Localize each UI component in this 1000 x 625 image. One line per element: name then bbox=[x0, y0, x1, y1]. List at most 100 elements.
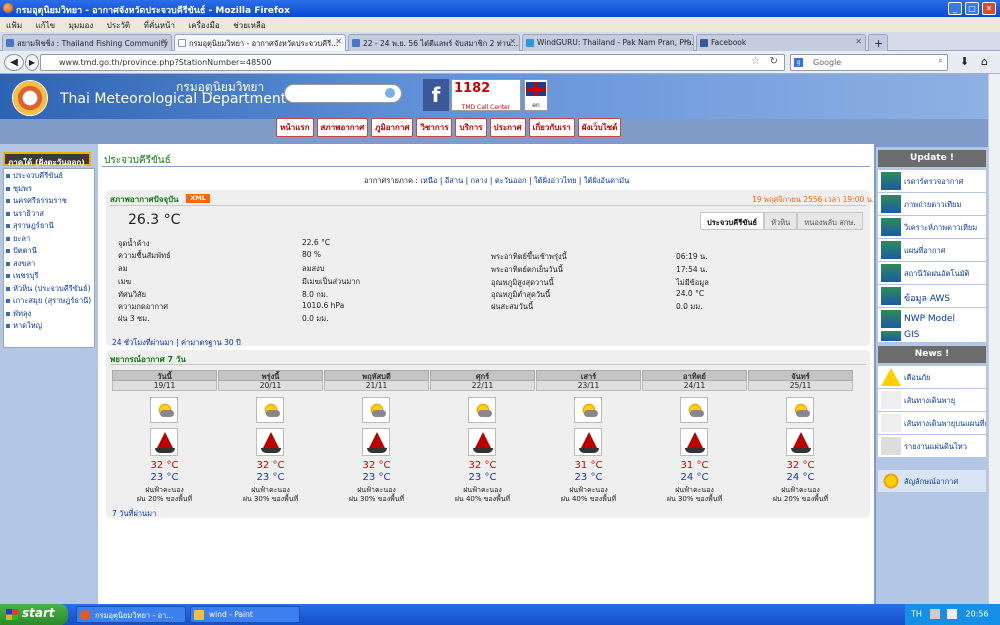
browser-tab[interactable]: WindGURU: Thailand - Pak Nam Pran, Pra..… bbox=[522, 34, 694, 51]
region-link[interactable]: อีสาน bbox=[445, 176, 463, 185]
search-icon[interactable]: ⌕ bbox=[938, 56, 943, 66]
back-button[interactable]: ◀ bbox=[4, 54, 24, 71]
reload-icon[interactable]: ↻ bbox=[770, 56, 778, 67]
gis-link[interactable]: GIS bbox=[878, 330, 986, 342]
browser-tab-active[interactable]: กรมอุตุนิยมวิทยา - อากาศจังหวัดประจวบคีร… bbox=[174, 34, 346, 51]
weather-map-icon bbox=[881, 241, 901, 259]
start-button[interactable]: start bbox=[0, 604, 68, 625]
province-link[interactable]: ชุมพร bbox=[4, 182, 94, 195]
menu-view[interactable]: มุมมอง bbox=[69, 21, 94, 30]
menu-history[interactable]: ประวัติ bbox=[107, 21, 130, 30]
warning-link[interactable]: เตือนภัย bbox=[878, 366, 986, 388]
search-box[interactable]: g Google ⌕ bbox=[790, 54, 948, 71]
nav-services[interactable]: บริการ bbox=[455, 118, 487, 137]
bookmark-star-icon[interactable]: ☆ bbox=[751, 56, 760, 67]
taskbar-item-paint[interactable]: wind - Paint bbox=[190, 606, 300, 623]
province-link[interactable]: พัทลุง bbox=[4, 307, 94, 320]
satellite-analysis-link[interactable]: วิเคราะห์ภาพดาวเทียม bbox=[878, 216, 986, 238]
nav-home[interactable]: หน้าแรก bbox=[276, 118, 314, 137]
menu-file[interactable]: แฟ้ม bbox=[6, 21, 22, 30]
tab-label: Facebook bbox=[711, 38, 747, 47]
menu-bookmarks[interactable]: ที่คั่นหน้า bbox=[144, 21, 175, 30]
aws-link[interactable]: ข้อมูล AWS bbox=[878, 285, 986, 307]
nav-announcements[interactable]: ประกาศ bbox=[489, 118, 526, 137]
storm-track-google-link[interactable]: เส้นทางเดินพายุบนแผนที่กูเกิล bbox=[878, 412, 986, 434]
nav-weather[interactable]: สภาพอากาศ bbox=[316, 118, 369, 137]
province-link[interactable]: สงขลา bbox=[4, 257, 94, 270]
download-icon[interactable]: ⬇ bbox=[956, 54, 973, 71]
region-link[interactable]: กลาง bbox=[471, 176, 488, 185]
browser-tab[interactable]: สยามฟิชชิ่ง : Thailand Fishing Community… bbox=[2, 34, 172, 51]
obs-label: จุดน้ำค้าง bbox=[118, 239, 150, 248]
storm-track-link[interactable]: เส้นทางเดินพายุ bbox=[878, 389, 986, 411]
menu-help[interactable]: ช่วยเหลือ bbox=[233, 21, 265, 30]
rain-station-link[interactable]: สถานีวัดฝนอัตโนมัติ bbox=[878, 262, 986, 284]
forecast-day-name: พฤหัสบดี bbox=[324, 370, 429, 381]
minimize-button[interactable]: _ bbox=[948, 2, 962, 15]
station-tab[interactable]: หนองพลับ สกษ. bbox=[797, 212, 863, 230]
nav-sitemap[interactable]: ผังเว็บไซต์ bbox=[577, 118, 622, 137]
radar-link[interactable]: เรดาร์ตรวจอากาศ bbox=[878, 170, 986, 192]
menu-edit[interactable]: แก้ไข bbox=[36, 21, 56, 30]
province-link[interactable]: เกาะสมุย (สุราษฎร์ธานี) bbox=[4, 294, 94, 307]
home-icon[interactable]: ⌂ bbox=[976, 54, 993, 71]
weather-map-link[interactable]: แผนที่อากาศ bbox=[878, 239, 986, 261]
weather-symbols-link[interactable]: สัญลักษณ์อากาศ bbox=[878, 470, 986, 492]
nav-about[interactable]: เกี่ยวกับเรา bbox=[528, 118, 575, 137]
xml-button[interactable]: XML bbox=[186, 194, 210, 203]
network-icon[interactable] bbox=[930, 609, 941, 619]
tab-close-icon[interactable]: ✕ bbox=[683, 37, 690, 46]
link-label: NWP Model bbox=[904, 314, 955, 324]
current-footer-links[interactable]: 24 ชั่วโมงที่ผ่านมา | ค่ามาตรฐาน 30 ปี bbox=[112, 337, 241, 349]
tmd-logo[interactable] bbox=[12, 80, 48, 116]
call-center-badge[interactable]: 1182 TMD Call Center bbox=[451, 79, 521, 111]
search-icon[interactable] bbox=[385, 88, 395, 98]
past-7-days-link[interactable]: 7 วันที่ผ่านมา bbox=[112, 508, 156, 520]
forecast-day: อาทิตย์ 24/11 31 °C 24 °C ฝนฟ้าคะนอง ฝน … bbox=[642, 370, 747, 506]
partly-cloudy-icon bbox=[150, 397, 178, 423]
forward-button[interactable]: ▶ bbox=[25, 54, 39, 71]
province-link[interactable]: สุราษฎร์ธานี bbox=[4, 219, 94, 232]
tab-close-icon[interactable]: ✕ bbox=[335, 37, 342, 46]
province-link[interactable]: นครศรีธรรมราช bbox=[4, 194, 94, 207]
region-link[interactable]: เหนือ bbox=[420, 176, 437, 185]
vertical-scrollbar[interactable] bbox=[988, 74, 1000, 604]
browser-tab[interactable]: 22 - 24 พ.ย. 56 ไต๋ตีแลพร์ จับสมาชิก 2 ท… bbox=[348, 34, 520, 51]
nav-academic[interactable]: วิชาการ bbox=[416, 118, 453, 137]
station-tab[interactable]: ประจวบคีรีขันธ์ bbox=[700, 212, 765, 230]
province-link[interactable]: นราธิวาส bbox=[4, 207, 94, 220]
site-search-input[interactable] bbox=[284, 84, 402, 103]
region-link[interactable]: ใต้ฝั่งอันดามัน bbox=[584, 176, 629, 185]
new-tab-button[interactable]: + bbox=[868, 34, 888, 51]
province-link[interactable]: หาดใหญ่ bbox=[4, 319, 94, 332]
forecast-day-name: วันนี้ bbox=[112, 370, 217, 381]
province-link[interactable]: ยะลา bbox=[4, 232, 94, 245]
close-window-button[interactable]: ✕ bbox=[982, 2, 996, 15]
station-tab[interactable]: หัวหิน bbox=[764, 212, 798, 230]
satellite-link[interactable]: ภาพถ่ายดาวเทียม bbox=[878, 193, 986, 215]
province-link[interactable]: หัวหิน (ประจวบคีรีขันธ์) bbox=[4, 282, 94, 295]
maximize-button[interactable]: □ bbox=[965, 2, 979, 15]
menu-tools[interactable]: เครื่องมือ bbox=[189, 21, 220, 30]
obs-label: ความกดอากาศ bbox=[118, 302, 169, 311]
english-language-button[interactable]: en bbox=[524, 79, 548, 111]
tab-close-icon[interactable]: ✕ bbox=[855, 37, 862, 46]
province-link[interactable]: เพชรบุรี bbox=[4, 269, 94, 282]
tab-close-icon[interactable]: ✕ bbox=[509, 37, 516, 46]
address-bar[interactable]: www.tmd.go.th/province.php?StationNumber… bbox=[40, 54, 785, 71]
facebook-icon[interactable]: f bbox=[423, 79, 449, 111]
earthquake-link[interactable]: รายงานแผ่นดินไหว bbox=[878, 435, 986, 457]
volume-icon[interactable] bbox=[947, 609, 957, 619]
province-link[interactable]: ปัตตานี bbox=[4, 244, 94, 257]
language-indicator[interactable]: TH bbox=[911, 610, 922, 619]
region-header[interactable]: ภาคใต้ (ฝั่งตะวันออก) bbox=[3, 152, 91, 167]
region-link[interactable]: ตะวันออก bbox=[495, 176, 527, 185]
region-link[interactable]: ใต้ฝั่งอ่าวไทย bbox=[534, 176, 577, 185]
browser-tab[interactable]: Facebook ✕ bbox=[696, 34, 866, 51]
taskbar-item-firefox[interactable]: กรมอุตุนิยมวิทยา - อา... bbox=[76, 606, 186, 623]
tab-close-icon[interactable]: ✕ bbox=[161, 37, 168, 46]
nwp-model-link[interactable]: NWP Model bbox=[878, 308, 986, 330]
province-link[interactable]: ประจวบคีรีขันธ์ bbox=[4, 169, 94, 182]
obs-value: 0.0 มม. bbox=[676, 302, 703, 311]
nav-climate[interactable]: ภูมิอากาศ bbox=[371, 118, 414, 137]
